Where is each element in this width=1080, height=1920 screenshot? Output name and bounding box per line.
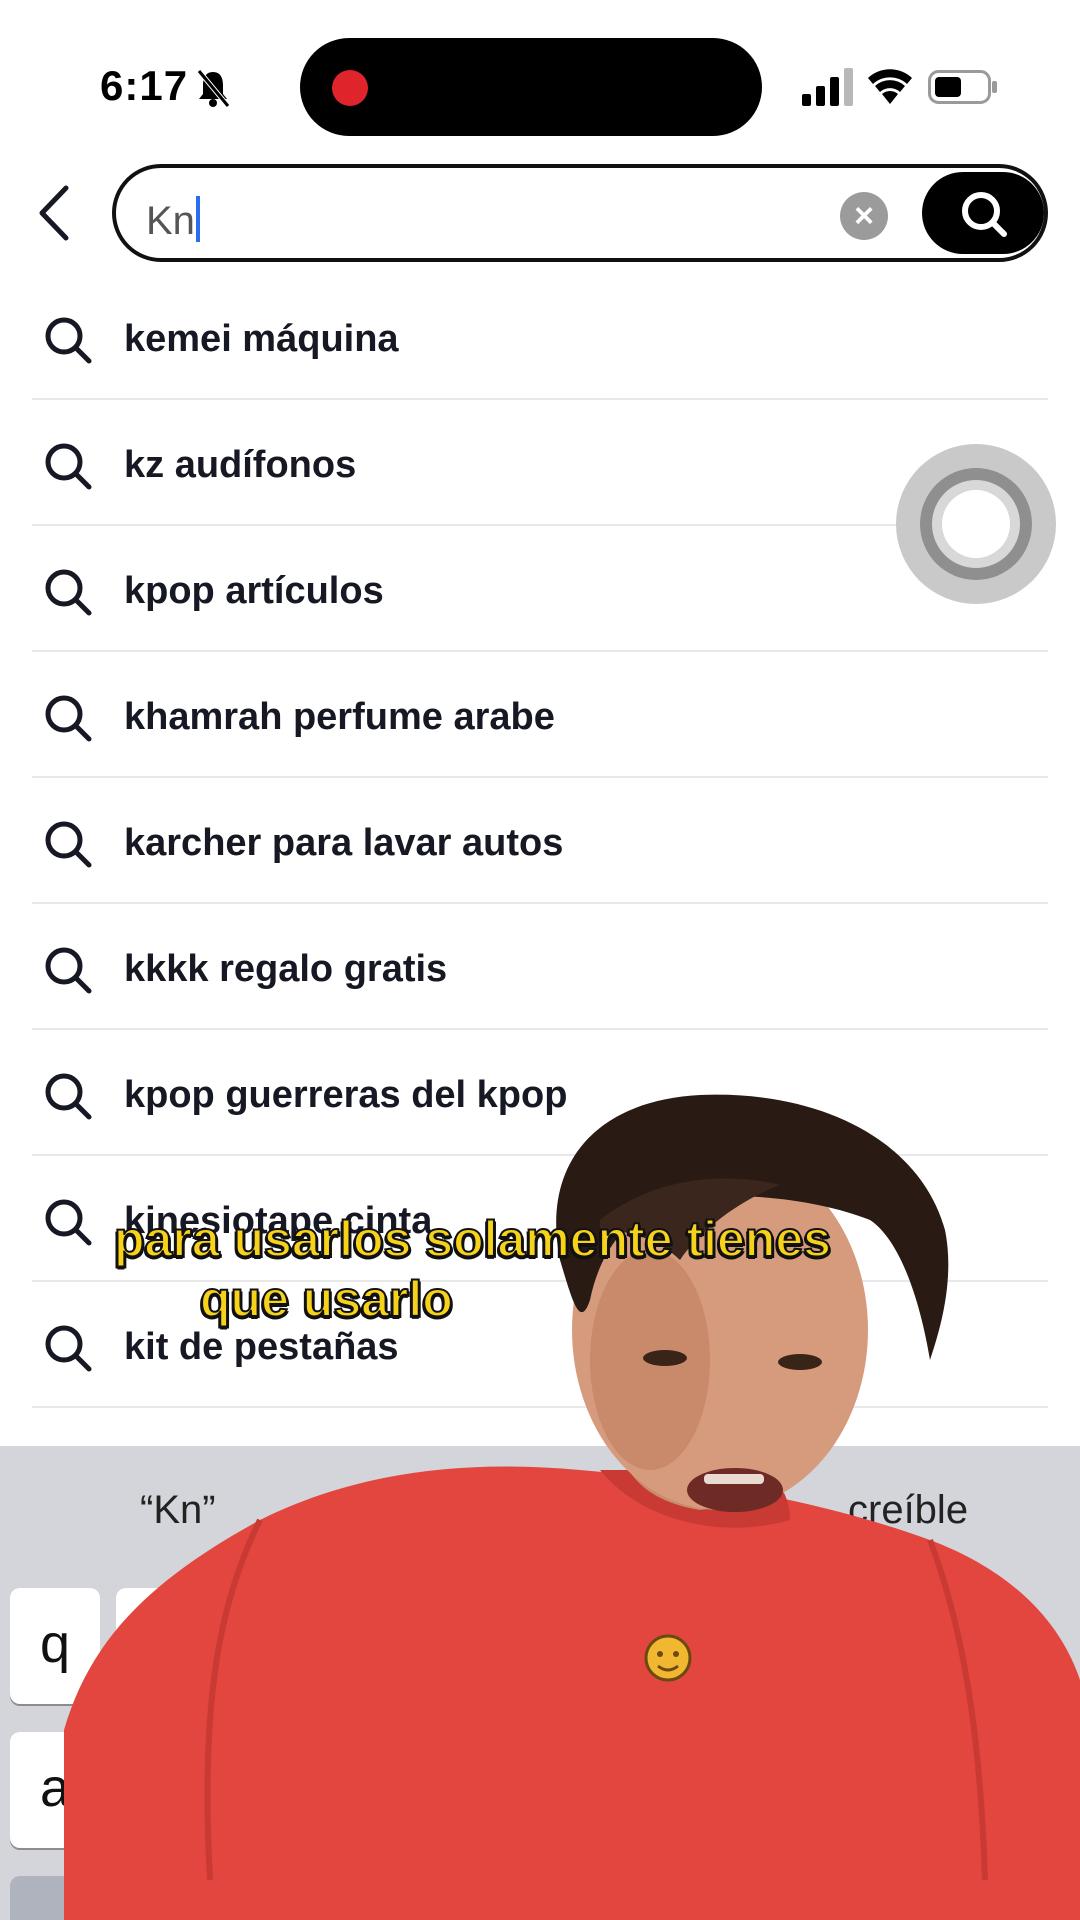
suggestion-item[interactable]: karcher para lavar autos (32, 778, 1048, 904)
wifi-icon (868, 69, 912, 104)
suggestion-label: karcher para lavar autos (124, 822, 564, 864)
bell-slash-icon (197, 69, 230, 108)
caption-line-2: que usarlo (199, 1270, 454, 1328)
search-icon (45, 947, 92, 994)
chevron-left-icon[interactable] (30, 180, 80, 246)
status-bar: 6:17 (0, 0, 1080, 160)
search-icon (962, 192, 1007, 237)
suggestion-label: kemei máquina (124, 318, 399, 360)
clear-button[interactable]: × (840, 192, 888, 240)
caption-line-1: para usarlos solamente tienes (113, 1210, 832, 1268)
creator-video-overlay (64, 1094, 1080, 1920)
assistive-touch-center (942, 490, 1010, 558)
suggestion-label: kpop artículos (124, 570, 384, 612)
text-caret (195, 196, 200, 242)
assistive-touch-ring (920, 468, 1032, 580)
search-icon (45, 821, 92, 868)
left-eye (643, 1350, 687, 1366)
red-shirt (64, 1466, 1080, 1920)
recording-dot-icon (332, 70, 368, 106)
suggestion-item[interactable]: kemei máquina (32, 274, 1048, 400)
search-submit-button[interactable] (922, 172, 1044, 254)
search-icon (45, 695, 92, 742)
teeth (704, 1474, 764, 1484)
signal-icon (802, 68, 853, 106)
suggestion-label: kkkk regalo gratis (124, 948, 448, 990)
search-icon (45, 317, 92, 364)
search-text: Kn (146, 199, 195, 243)
search-icon (45, 443, 92, 490)
suggestion-label: khamrah perfume arabe (124, 696, 555, 738)
status-time: 6:17 (100, 62, 189, 109)
assistive-touch-button[interactable] (896, 444, 1056, 604)
close-icon: × (854, 197, 874, 235)
dynamic-island (300, 38, 762, 136)
right-eye (778, 1354, 822, 1370)
search-input-value: Kn (146, 196, 200, 244)
suggestion-item[interactable]: khamrah perfume arabe (32, 652, 1048, 778)
search-input[interactable]: Kn × (112, 164, 1048, 262)
suggestion-item[interactable]: kpop artículos (32, 526, 1048, 652)
suggestion-item[interactable]: kz audífonos (32, 400, 1048, 526)
search-icon (45, 569, 92, 616)
battery-icon (928, 70, 997, 104)
suggestion-label: kz audífonos (124, 444, 357, 486)
assistive-touch-ring-inner (932, 480, 1020, 568)
pin-badge (644, 1634, 692, 1682)
